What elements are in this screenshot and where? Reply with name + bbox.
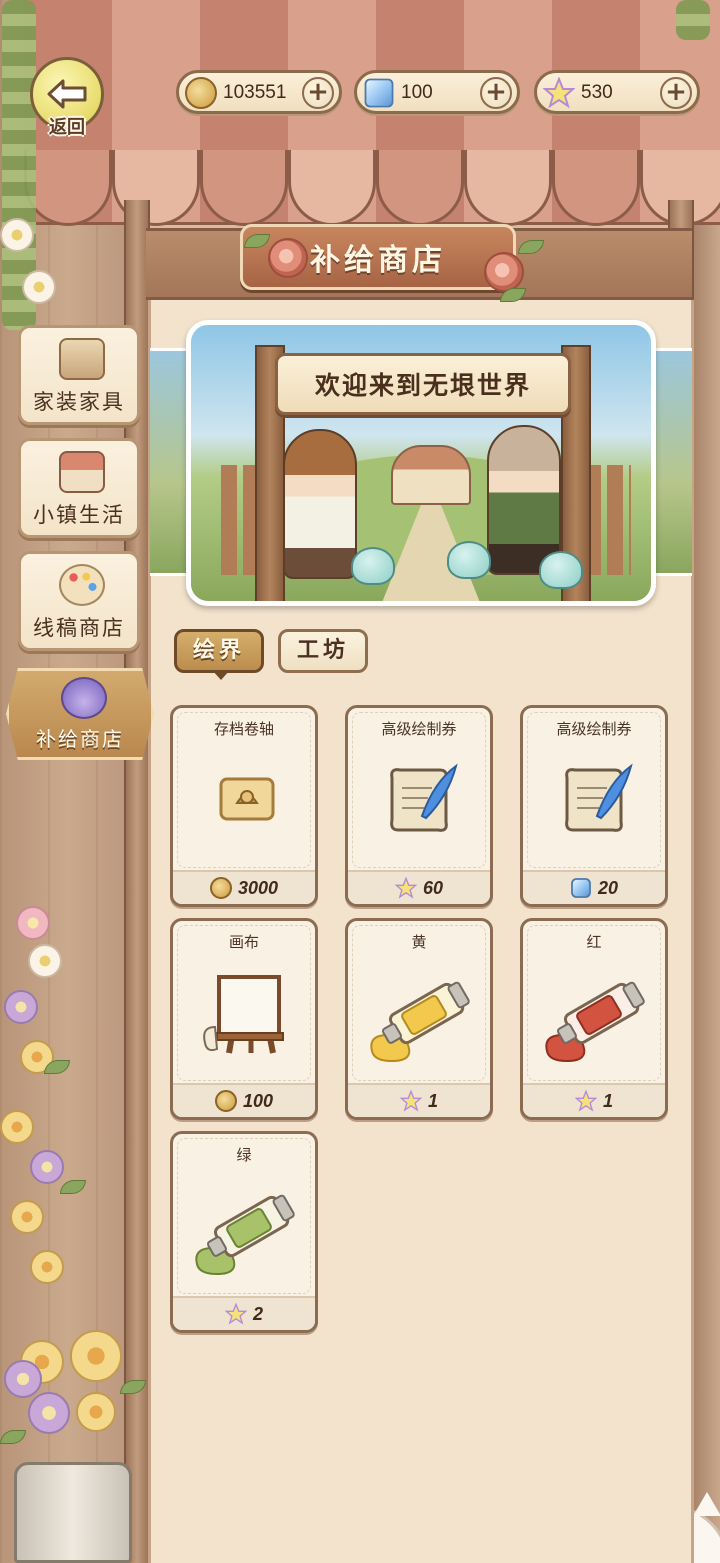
back-label: 返回	[49, 117, 85, 138]
tab-workshop[interactable]: 工坊	[278, 629, 368, 673]
yellow-flower-decoration	[30, 1250, 64, 1284]
item-name: 绿	[236, 1146, 252, 1164]
rainbow-star-icon	[399, 1089, 423, 1112]
rose-decoration	[484, 252, 524, 292]
shop-item-card[interactable]: 画布 100	[170, 918, 318, 1120]
rainbow-star-icon	[224, 1302, 248, 1325]
ice-cube-gem-icon	[571, 878, 591, 898]
gold-coin-icon	[209, 877, 232, 899]
item-price-value: 20	[597, 877, 619, 898]
item-name: 高级绘制券	[556, 720, 632, 738]
item-price: 3000	[173, 870, 315, 904]
item-price: 1	[523, 1083, 665, 1117]
item-price: 60	[348, 870, 490, 904]
banner-headline: 欢迎来到无垠世界	[314, 371, 531, 400]
flower-pot	[14, 1462, 132, 1563]
sidebar-item-label: 小镇生活	[33, 503, 125, 527]
add-ice-gem-button[interactable]: +	[480, 77, 512, 109]
shop-title: 补给商店	[310, 243, 446, 278]
previous-banner-peek[interactable]	[150, 348, 190, 576]
white-flower-decoration	[0, 218, 34, 252]
banner-blob-creature	[539, 551, 583, 589]
purple-rose-decoration	[28, 1392, 70, 1434]
shop-item-card[interactable]: 高级绘制券 20	[520, 705, 668, 907]
add-gold-coin-button[interactable]: +	[302, 77, 334, 109]
yellow-paint-tube-icon	[364, 965, 474, 1065]
yellow-flower-decoration	[0, 1110, 34, 1144]
furniture-shelf-icon	[59, 338, 105, 380]
next-banner-peek[interactable]	[652, 348, 692, 576]
rose-decoration	[268, 238, 308, 278]
ice-gem-value: 100	[401, 82, 433, 103]
item-price: 2	[173, 1296, 315, 1330]
item-price-value: 1	[602, 1090, 613, 1111]
item-name: 红	[586, 933, 602, 951]
purple-flower-decoration	[30, 1150, 64, 1184]
add-rainbow-star-button[interactable]: +	[660, 77, 692, 109]
purple-rose-decoration	[4, 1360, 42, 1398]
gold-coin-icon	[185, 77, 217, 109]
sidebar-item-town-life[interactable]: 小镇生活	[18, 438, 140, 538]
rainbow-star-counter: 530 +	[534, 70, 700, 114]
rainbow-star-icon	[394, 876, 418, 899]
item-price: 20	[523, 870, 665, 904]
sidebar-item-supply-shop[interactable]: 补给商店	[6, 668, 154, 760]
item-price-value: 60	[422, 877, 444, 898]
sidebar-item-line-art-shop[interactable]: 线稿商店	[18, 551, 140, 651]
gold-coin-counter: 103551 +	[176, 70, 342, 114]
white-flower-decoration	[28, 944, 62, 978]
white-flower-decoration	[22, 270, 56, 304]
right-vine-decoration	[676, 0, 710, 40]
save-scroll-icon	[207, 758, 287, 838]
green-paint-tube-icon	[189, 1178, 299, 1278]
banner-boy-character	[283, 429, 357, 579]
potion-bottle-icon	[61, 677, 107, 719]
gold-coin-icon	[214, 1090, 237, 1112]
paint-palette-icon	[59, 564, 105, 606]
shop-item-card[interactable]: 存档卷轴 3000	[170, 705, 318, 907]
active-tab-pointer	[212, 670, 230, 680]
quill-scroll-icon	[382, 758, 462, 838]
welcome-banner[interactable]: 欢迎来到无垠世界	[186, 320, 656, 606]
item-name: 黄	[411, 933, 427, 951]
yellow-flower-decoration	[10, 1200, 44, 1234]
ice-gem-counter: 100 +	[354, 70, 520, 114]
pink-flower-decoration	[16, 906, 50, 940]
shop-item-card[interactable]: 高级绘制券 60	[345, 705, 493, 907]
shop-item-card[interactable]: 黄 1	[345, 918, 493, 1120]
shop-item-card[interactable]: 红 1	[520, 918, 668, 1120]
item-name: 存档卷轴	[213, 720, 274, 738]
welcome-sign: 欢迎来到无垠世界	[275, 353, 571, 415]
item-price-value: 1	[427, 1090, 438, 1111]
shop-item-card[interactable]: 绿 2	[170, 1131, 318, 1333]
banner-blob-creature	[351, 547, 395, 585]
rainbow-star-value: 530	[581, 82, 613, 103]
yellow-rose-decoration	[76, 1392, 116, 1432]
item-price-value: 3000	[237, 877, 279, 898]
sidebar-item-furniture[interactable]: 家装家具	[18, 325, 140, 425]
banner-cottage	[391, 445, 471, 505]
ice-cube-gem-icon	[364, 78, 394, 108]
item-price-value: 100	[242, 1090, 274, 1111]
yellow-rose-decoration	[70, 1330, 122, 1382]
banner-blob-creature	[447, 541, 491, 579]
easel-canvas-icon	[199, 963, 295, 1063]
tab-huijie[interactable]: 绘界	[174, 629, 264, 673]
town-house-icon	[59, 451, 105, 493]
item-price-value: 2	[252, 1303, 263, 1324]
rainbow-star-icon	[543, 77, 575, 109]
red-paint-tube-icon	[539, 965, 649, 1065]
item-name: 画布	[228, 933, 259, 951]
purple-flower-decoration	[4, 990, 38, 1024]
back-button[interactable]: 返回	[30, 57, 104, 138]
item-price: 100	[173, 1083, 315, 1117]
item-name: 高级绘制券	[381, 720, 457, 738]
sidebar-item-label: 补给商店	[36, 727, 124, 751]
rainbow-star-icon	[574, 1089, 598, 1112]
gold-coin-value: 103551	[223, 82, 287, 103]
sidebar-item-label: 线稿商店	[33, 616, 125, 640]
item-price: 1	[348, 1083, 490, 1117]
sidebar-item-label: 家装家具	[33, 390, 125, 414]
quill-scroll-icon	[557, 758, 637, 838]
